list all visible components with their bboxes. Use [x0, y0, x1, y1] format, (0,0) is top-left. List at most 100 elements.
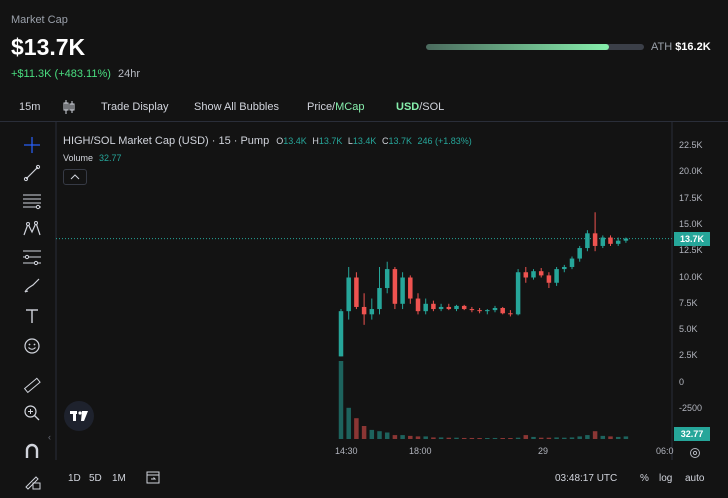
price-tick-label: 15.0K	[679, 218, 703, 229]
price-tick-label: 12.5K	[679, 245, 703, 256]
candle-body	[554, 269, 559, 283]
close-value: 13.7K	[388, 136, 412, 146]
candle-body	[569, 258, 575, 267]
candle-body	[423, 303, 428, 312]
change-value: 246 (+1.83%)	[417, 136, 472, 146]
volume-bar	[500, 438, 505, 439]
volume-bar	[461, 437, 467, 439]
candle-body	[538, 271, 544, 276]
open-value: 13.4K	[283, 136, 307, 146]
volume-value: 32.77	[99, 153, 122, 163]
candle-body	[415, 298, 421, 312]
volume-bar	[608, 436, 613, 439]
volume-bar	[400, 435, 405, 439]
goto-date-icon[interactable]	[146, 470, 160, 487]
candle-body	[615, 240, 621, 244]
candle-body	[454, 305, 459, 310]
last-price-tag: 13.7K	[674, 232, 710, 246]
log-scale-button[interactable]: log	[659, 473, 672, 484]
volume-bar	[415, 436, 421, 439]
candle-body	[438, 306, 444, 310]
volume-bar	[623, 436, 629, 439]
volume-bar	[438, 437, 444, 439]
volume-bar	[361, 426, 367, 439]
price-tick-label: -2500	[679, 403, 703, 413]
price-tick-label: 2.5K	[679, 350, 698, 361]
bottom-bar	[0, 462, 728, 498]
volume-bar	[338, 361, 344, 439]
volume-bar	[577, 436, 582, 439]
price-tick-label: 7.5K	[679, 297, 698, 308]
candle-body	[361, 306, 367, 315]
candle-body	[515, 272, 521, 315]
price-tick-label: 20.0K	[679, 166, 703, 177]
volume-bar	[569, 437, 575, 439]
volume-bar	[508, 438, 513, 439]
chevron-up-icon	[70, 174, 80, 180]
auto-scale-button[interactable]: auto	[685, 473, 704, 484]
candle-body	[461, 305, 467, 310]
volume-bar	[346, 407, 351, 439]
candle-body	[508, 313, 513, 315]
volume-bar	[369, 429, 375, 439]
volume-bar	[446, 437, 452, 439]
volume-bar	[423, 436, 428, 439]
percent-scale-button[interactable]: %	[640, 473, 649, 484]
ohlc-values: O13.4K H13.7K L13.4K C13.7K 246 (+1.83%)	[276, 136, 475, 146]
candle-body	[546, 275, 552, 283]
volume-bar	[585, 435, 590, 439]
scroll-left-icon[interactable]: ‹	[48, 432, 51, 442]
time-tick-label: 06:0	[656, 446, 674, 456]
candle-body	[392, 269, 398, 304]
candle-body	[485, 310, 490, 312]
candle-body	[469, 309, 475, 311]
candle-body	[477, 310, 482, 312]
volume-bar	[531, 436, 536, 439]
volume-bar	[485, 438, 490, 439]
candle-body	[384, 269, 390, 289]
candle-body	[354, 277, 359, 307]
volume-bar	[554, 437, 559, 439]
utc-clock[interactable]: 03:48:17 UTC	[555, 473, 617, 484]
candle-body	[408, 277, 413, 299]
candle-body	[623, 238, 629, 241]
candle-body	[400, 277, 405, 304]
candle-body	[492, 308, 498, 311]
candle-body	[592, 233, 598, 246]
range-1m-button[interactable]: 1M	[112, 473, 126, 484]
candle-body	[523, 272, 529, 278]
volume-bar	[600, 435, 606, 439]
candle-body	[577, 248, 582, 259]
candle-body	[431, 303, 436, 310]
volume-tag: 32.77	[674, 427, 710, 441]
price-tick-label: 10.0K	[679, 271, 703, 282]
range-5d-button[interactable]: 5D	[89, 473, 102, 484]
price-chart[interactable]	[0, 0, 728, 498]
candle-body	[338, 311, 344, 357]
volume-bar	[354, 418, 359, 439]
volume-bar	[408, 435, 413, 439]
volume-bar	[615, 436, 621, 439]
volume-label: Volume	[63, 153, 94, 163]
tradingview-logo[interactable]	[64, 401, 94, 431]
candle-body	[500, 308, 505, 314]
volume-bar	[431, 437, 436, 439]
volume-bar	[377, 431, 382, 439]
candle-body	[562, 266, 567, 270]
volume-bar	[515, 437, 521, 439]
time-tick-label: 29	[538, 446, 549, 456]
time-tick-label: 14:30	[335, 446, 358, 456]
price-tick-label: 22.5K	[679, 140, 703, 150]
high-value: 13.7K	[318, 136, 343, 146]
volume-bar	[392, 435, 398, 439]
candle-body	[600, 237, 606, 246]
time-tick-label: 18:00	[409, 446, 432, 456]
range-1d-button[interactable]: 1D	[68, 473, 81, 484]
candle-body	[446, 306, 452, 310]
volume-legend: Volume 32.77	[63, 153, 122, 163]
candle-body	[531, 271, 536, 278]
volume-bar	[454, 437, 459, 439]
collapse-legend-button[interactable]	[63, 169, 87, 185]
volume-bar	[592, 431, 598, 439]
candle-body	[377, 288, 382, 310]
